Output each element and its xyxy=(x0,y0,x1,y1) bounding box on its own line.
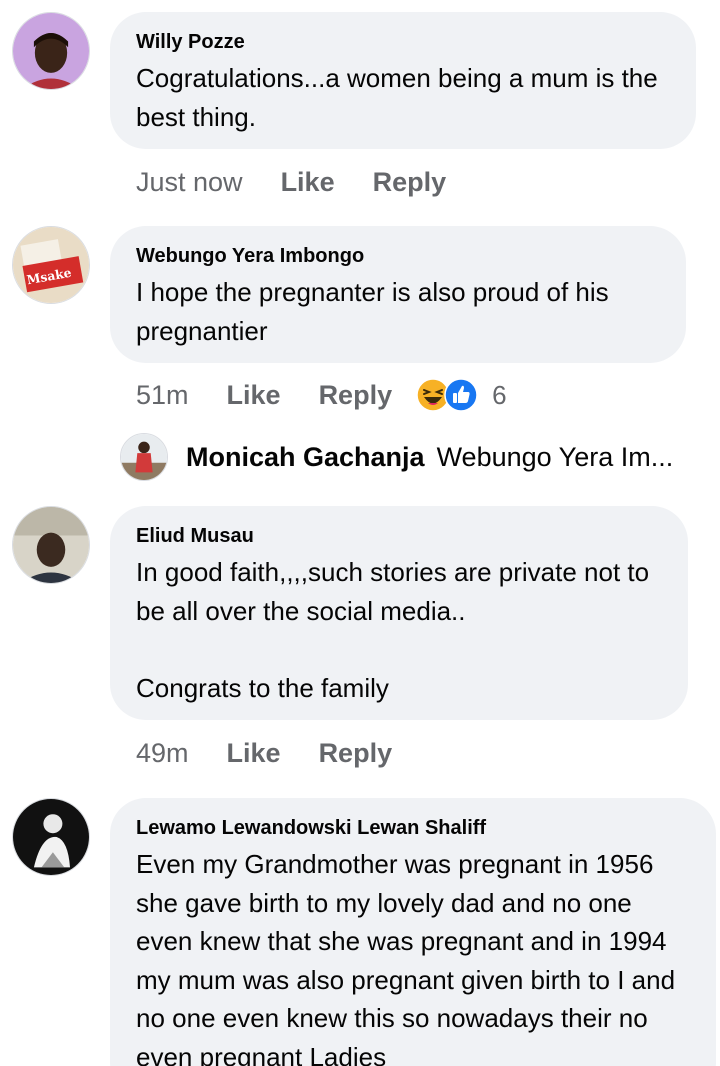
comment-author[interactable]: Lewamo Lewandowski Lewan Shaliff xyxy=(136,816,690,840)
avatar[interactable]: Msake xyxy=(12,226,90,304)
comment-text: Even my Grandmother was pregnant in 1956… xyxy=(136,849,676,1066)
reaction-count: 6 xyxy=(492,379,507,410)
comment-text: I hope the pregnanter is also proud of h… xyxy=(136,277,609,346)
reply-avatar[interactable] xyxy=(120,433,168,481)
comment-author[interactable]: Eliud Musau xyxy=(136,524,662,548)
comment-actions: Just now Like Reply xyxy=(136,164,484,200)
like-button[interactable]: Like xyxy=(281,167,335,198)
comment-timestamp[interactable]: Just now xyxy=(136,167,243,198)
comment-text: In good faith,,,,such stories are privat… xyxy=(136,557,650,703)
comment-bubble: Webungo Yera Imbongo I hope the pregnant… xyxy=(110,226,686,363)
avatar[interactable] xyxy=(12,12,90,90)
like-button[interactable]: Like xyxy=(227,380,281,411)
reply-preview-text: Webungo Yera Im... xyxy=(436,441,674,472)
comments-list: Willy Pozze Cogratulations...a women bei… xyxy=(0,0,720,1066)
comment-actions: 51m Like Reply 6 xyxy=(136,377,507,413)
comment-bubble: Lewamo Lewandowski Lewan Shaliff Even my… xyxy=(110,798,716,1066)
reply-button[interactable]: Reply xyxy=(319,380,393,411)
like-icon xyxy=(444,378,478,412)
reaction-summary[interactable]: 6 xyxy=(416,378,507,412)
comment-actions: 49m Like Reply xyxy=(136,735,430,771)
comment-text: Cogratulations...a women being a mum is … xyxy=(136,63,658,132)
comment-timestamp[interactable]: 51m xyxy=(136,380,189,411)
avatar[interactable] xyxy=(12,506,90,584)
comment-bubble: Willy Pozze Cogratulations...a women bei… xyxy=(110,12,696,149)
comment-author[interactable]: Webungo Yera Imbongo xyxy=(136,244,660,268)
comment-bubble: Eliud Musau In good faith,,,,such storie… xyxy=(110,506,688,720)
reply-author[interactable]: Monicah Gachanja xyxy=(186,442,425,473)
like-button[interactable]: Like xyxy=(227,738,281,769)
reply-button[interactable]: Reply xyxy=(319,738,393,769)
reply-preview[interactable]: Monicah Gachanja Webungo Yera Im... xyxy=(120,432,673,482)
reply-button[interactable]: Reply xyxy=(373,167,447,198)
comment-timestamp[interactable]: 49m xyxy=(136,738,189,769)
avatar[interactable] xyxy=(12,798,90,876)
comment-author[interactable]: Willy Pozze xyxy=(136,30,670,54)
